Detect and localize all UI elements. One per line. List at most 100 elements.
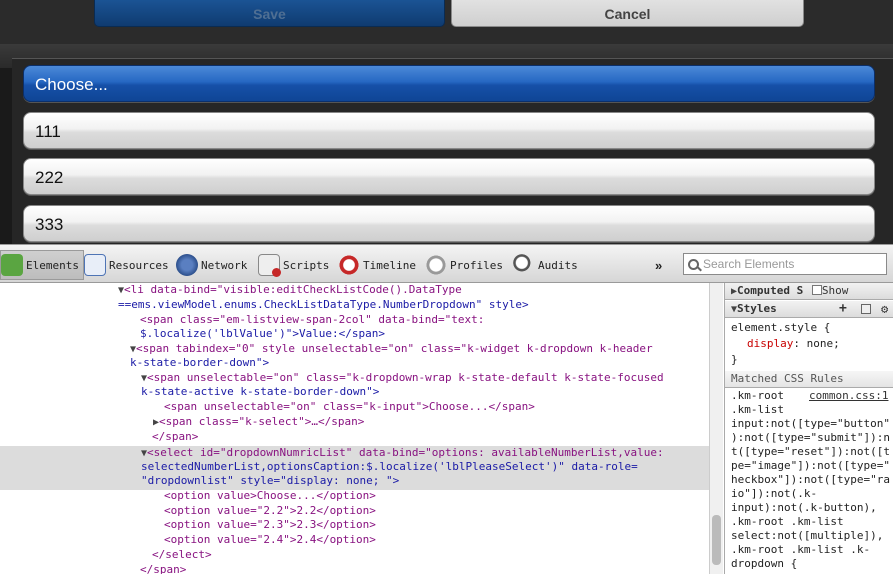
dom-node-select-close: </select> bbox=[152, 548, 212, 563]
tab-network[interactable]: Network bbox=[176, 250, 247, 280]
rule-selector-line: input:not([type="button" bbox=[731, 417, 890, 430]
dom-text: "dropdownlist" style="display: none; "> bbox=[141, 474, 400, 487]
dom-text: </span> bbox=[152, 430, 199, 443]
tab-timeline[interactable]: Timeline bbox=[338, 250, 416, 280]
dom-text: k-state-active k-state-border-down"> bbox=[141, 385, 380, 398]
search-icon bbox=[688, 258, 699, 270]
tab-resources[interactable]: Resources bbox=[84, 250, 169, 280]
dom-text: <span unselectable="on" class="k-input">… bbox=[164, 400, 535, 413]
styles-label: Styles bbox=[737, 302, 777, 315]
network-icon bbox=[176, 254, 198, 276]
property-value: : none; bbox=[793, 337, 840, 350]
rule-selector-line: pe="image"]):not([type=" bbox=[731, 459, 890, 472]
tab-profiles[interactable]: Profiles bbox=[425, 250, 503, 280]
dropdown-option-choose[interactable]: Choose... bbox=[23, 65, 875, 102]
dom-node-li-cont: ==ems.viewModel.enums.CheckListDataType.… bbox=[118, 298, 529, 313]
rule-selector-line: ):not([type="submit"]):n bbox=[731, 431, 890, 444]
scrollbar-thumb[interactable] bbox=[712, 515, 721, 565]
dom-text: <span class="em-listview-span-2col" data… bbox=[140, 313, 485, 326]
tab-elements[interactable]: Elements bbox=[0, 250, 84, 280]
property-name: display bbox=[747, 337, 794, 350]
dom-text: <option value="2.4">2.4</option> bbox=[164, 533, 376, 546]
dom-node-span-label[interactable]: <span class="em-listview-span-2col" data… bbox=[140, 313, 484, 328]
elements-icon bbox=[1, 254, 23, 276]
audits-icon bbox=[513, 254, 535, 276]
dom-node-select-cont: selectedNumberList,optionsCaption:$.loca… bbox=[141, 460, 638, 475]
tab-label: Elements bbox=[26, 258, 79, 272]
dom-text: selectedNumberList,optionsCaption:$.loca… bbox=[141, 460, 638, 473]
dom-node-li[interactable]: ▼<li data-bind="visible:editCheckListCod… bbox=[118, 283, 462, 299]
devtools-toolbar: Elements Resources Network Scripts Timel… bbox=[0, 244, 893, 283]
dom-text: <li data-bind="visible:editCheckListCode… bbox=[124, 283, 462, 296]
dropdown-option-111[interactable]: 111 bbox=[23, 112, 875, 149]
rule-selector-line: input):not(.k-button), bbox=[731, 501, 877, 514]
styles-header[interactable]: ▼Styles + ⚙ bbox=[725, 301, 893, 318]
tab-label: Scripts bbox=[283, 258, 330, 272]
app-area: Save Cancel Choose... 111 222 333 bbox=[0, 0, 893, 244]
tab-label: Profiles bbox=[450, 258, 503, 272]
element-style-open: element.style { bbox=[731, 321, 831, 334]
matched-rules-header: Matched CSS Rules bbox=[725, 371, 893, 388]
show-inherited-checkbox[interactable] bbox=[811, 285, 822, 295]
dom-text: <span tabindex="0" style unselectable="o… bbox=[136, 342, 653, 355]
stylesheet-link[interactable]: common.css:1 bbox=[809, 389, 888, 402]
element-style-close: } bbox=[731, 353, 738, 366]
dom-text: </select> bbox=[152, 548, 212, 561]
more-tabs-icon[interactable]: » bbox=[655, 258, 662, 273]
rule-selector-line: .km-root .km-list .k- bbox=[731, 543, 871, 556]
gear-icon[interactable]: ⚙ bbox=[881, 301, 888, 317]
dropdown-option-333[interactable]: 333 bbox=[23, 205, 875, 242]
dom-tree-panel[interactable]: ▼<li data-bind="visible:editCheckListCod… bbox=[0, 283, 709, 574]
rule-selector-line: dropdown { bbox=[731, 557, 798, 570]
rule-selector-line: .km-root .km-list bbox=[731, 515, 844, 528]
tab-audits[interactable]: Audits bbox=[513, 250, 578, 280]
tab-label: Resources bbox=[109, 258, 169, 272]
dom-node-span-input[interactable]: <span unselectable="on" class="k-input">… bbox=[164, 400, 535, 415]
dom-tree-scrollbar[interactable] bbox=[709, 283, 723, 574]
dom-node-span-label-cont: $.localize('lblValue')">Value:</span> bbox=[140, 327, 385, 342]
dom-node-span-close: </span> bbox=[140, 563, 186, 574]
dom-node-span-widget-cont: k-state-border-down"> bbox=[130, 356, 269, 371]
dom-text: <option value="2.3">2.3</option> bbox=[164, 518, 376, 531]
dom-text: ==ems.viewModel.enums.CheckListDataType.… bbox=[118, 298, 529, 311]
element-state-icon[interactable] bbox=[861, 304, 871, 314]
resources-icon bbox=[84, 254, 106, 276]
dom-node-option[interactable]: <option value="2.2">2.2</option> bbox=[164, 504, 376, 519]
computed-style-label: Computed S bbox=[737, 284, 804, 297]
cancel-button[interactable]: Cancel bbox=[451, 0, 804, 27]
dom-text: </span> bbox=[140, 563, 187, 574]
style-property[interactable]: display: none; bbox=[747, 337, 840, 350]
dom-node-span-close: </span> bbox=[152, 430, 198, 445]
dom-node-option[interactable]: <option value="2.4">2.4</option> bbox=[164, 533, 376, 548]
dom-node-option[interactable]: <option value="2.3">2.3</option> bbox=[164, 518, 376, 533]
tab-label: Timeline bbox=[363, 258, 416, 272]
computed-style-header[interactable]: ▶Computed S Show inherit bbox=[725, 283, 893, 314]
dom-text: k-state-border-down"> bbox=[130, 356, 270, 369]
add-rule-icon[interactable]: + bbox=[839, 301, 847, 317]
rule-selector-line: t([type="reset"]):not([t bbox=[731, 445, 890, 458]
search-elements-field[interactable] bbox=[683, 253, 887, 275]
dropdown-option-222[interactable]: 222 bbox=[23, 158, 875, 195]
scripts-icon bbox=[258, 254, 281, 277]
dom-node-select-cont2: "dropdownlist" style="display: none; "> bbox=[141, 474, 399, 489]
tab-scripts[interactable]: Scripts bbox=[258, 250, 329, 280]
dom-text: <span unselectable="on" class="k-dropdow… bbox=[147, 371, 664, 384]
rule-selector: .km-root bbox=[731, 389, 784, 402]
dom-text: <option value>Choose...</option> bbox=[164, 489, 376, 502]
dom-node-option[interactable]: <option value>Choose...</option> bbox=[164, 489, 376, 504]
dom-node-span-select[interactable]: ▶<span class="k-select">…</span> bbox=[153, 415, 364, 431]
tab-label: Audits bbox=[538, 258, 578, 272]
profiles-icon bbox=[425, 254, 447, 276]
dom-text: $.localize('lblValue')">Value:</span> bbox=[140, 327, 386, 340]
save-button[interactable]: Save bbox=[94, 0, 445, 27]
rule-selector-line: io"]):not(.k- bbox=[731, 487, 818, 500]
styles-sidebar: ▶Computed S Show inherit ▼Styles + ⚙ ele… bbox=[724, 283, 893, 574]
search-input[interactable] bbox=[703, 257, 878, 271]
dom-text: <span class="k-select">…</span> bbox=[159, 415, 365, 428]
rule-selector-line: heckbox"]):not([type="ra bbox=[731, 473, 890, 486]
rule-selector-line: .km-list bbox=[731, 403, 784, 416]
timeline-icon bbox=[338, 254, 360, 276]
tab-label: Network bbox=[201, 258, 248, 272]
dom-text: <option value="2.2">2.2</option> bbox=[164, 504, 376, 517]
rule-selector-line: select:not([multiple]), bbox=[731, 529, 884, 542]
